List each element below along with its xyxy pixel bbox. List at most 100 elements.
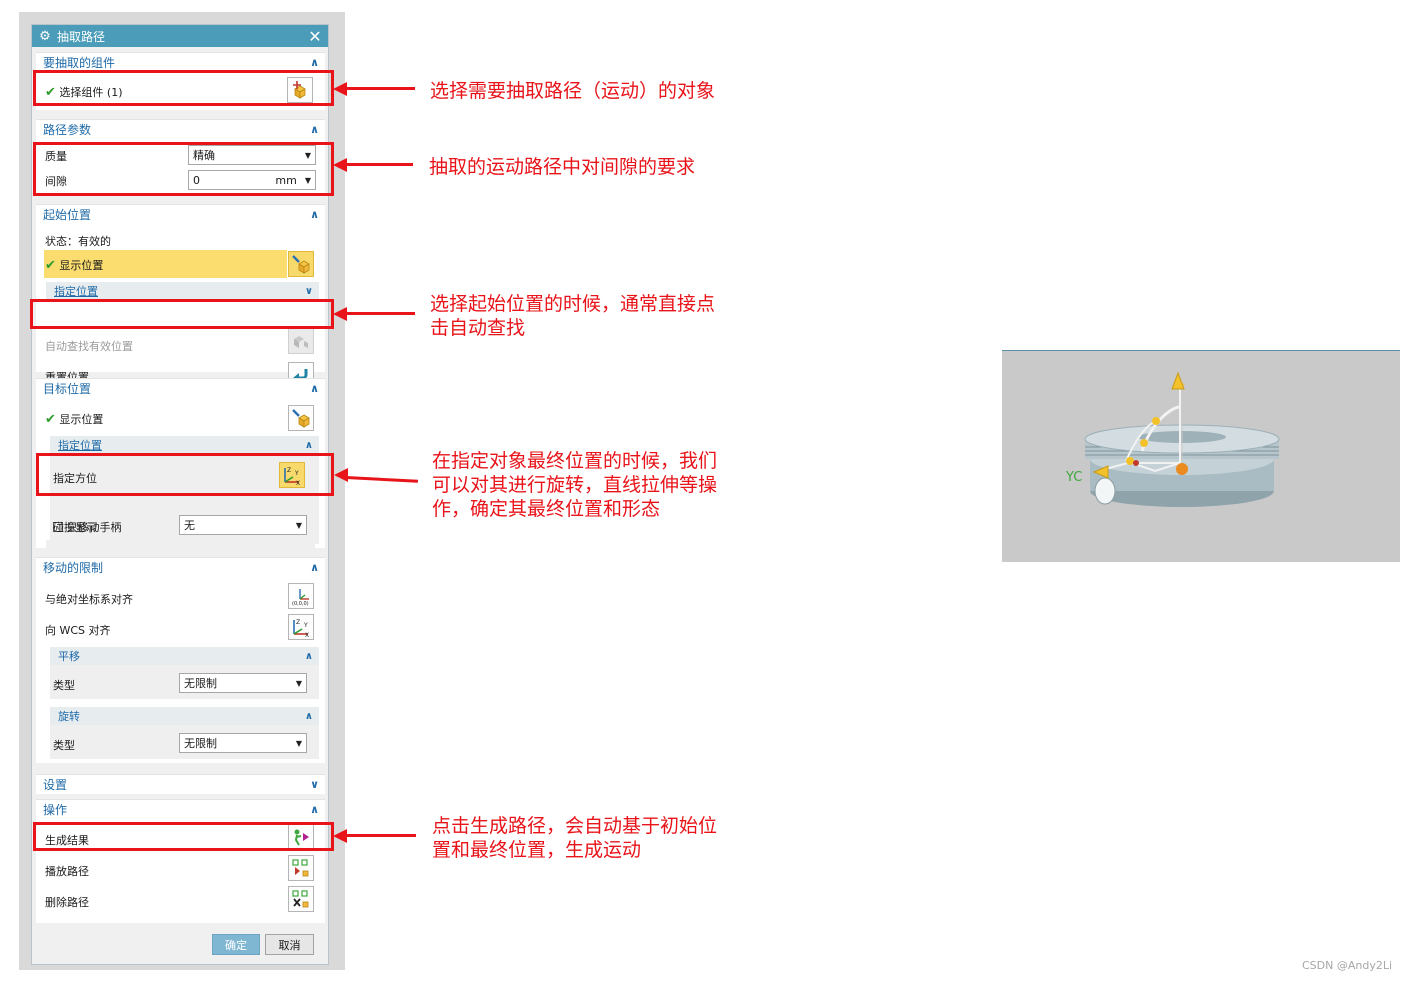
chevron-up-icon: ∧ — [310, 123, 319, 136]
highlight-auto-find — [30, 299, 334, 329]
rotate-type-dropdown[interactable]: 无限制 ▼ — [179, 733, 307, 753]
translate-type-dropdown[interactable]: 无限制 ▼ — [179, 673, 307, 693]
abs-csys-icon: (0,0,0) — [292, 589, 309, 606]
delete-path-icon — [292, 890, 309, 908]
svg-text:(0,0,0): (0,0,0) — [292, 601, 309, 606]
group-start-position-header[interactable]: 起始位置 ∧ — [36, 204, 325, 224]
chevron-up-icon: ∧ — [310, 382, 319, 395]
chevron-up-icon: ∧ — [304, 650, 313, 662]
arrow-head-icon — [334, 468, 348, 482]
chevron-up-icon: ∧ — [310, 56, 319, 69]
delete-path-button[interactable] — [288, 886, 314, 912]
auto-find-button[interactable] — [288, 328, 314, 354]
gear-icon: ⚙ — [39, 28, 51, 44]
target-specify-position-header[interactable]: 指定位置 ∧ — [50, 436, 319, 454]
target-show-position-row[interactable]: ✔ 显示位置 — [45, 411, 103, 427]
collision-dropdown[interactable]: 无 ▼ — [179, 515, 307, 535]
group-settings-header[interactable]: 设置 ∨ — [36, 774, 325, 794]
group-operations-header[interactable]: 操作 ∧ — [36, 799, 325, 819]
sub-group-label: 旋转 — [58, 710, 80, 723]
part-model-image: YC — [1065, 371, 1280, 507]
rotate-type-label: 类型 — [53, 739, 75, 752]
align-wcs-label: 向 WCS 对齐 — [45, 624, 111, 637]
show-position-icon — [292, 409, 310, 428]
chevron-up-icon: ∧ — [310, 803, 319, 816]
cancel-button[interactable]: 取消 — [265, 934, 314, 955]
dropdown-arrow-icon: ▼ — [295, 520, 302, 530]
rotate-header[interactable]: 旋转 ∧ — [50, 707, 319, 725]
group-target-position-header[interactable]: 目标位置 ∧ — [36, 378, 325, 398]
translate-type-label: 类型 — [53, 679, 75, 692]
sub-group-label: 指定位置 — [54, 285, 98, 298]
svg-text:X: X — [305, 632, 309, 638]
auto-find-icon — [294, 336, 308, 348]
highlight-select-component — [33, 70, 334, 106]
start-specify-position-header[interactable]: 指定位置 ∨ — [46, 282, 319, 300]
rotate-type-value: 无限制 — [184, 737, 217, 750]
dialog-titlebar[interactable]: ⚙ 抽取路径 ✕ — [32, 25, 328, 47]
group-components-header[interactable]: 要抽取的组件 ∧ — [36, 52, 325, 72]
dropdown-arrow-icon: ▼ — [295, 678, 302, 688]
start-status: 状态：有效的 — [45, 235, 111, 248]
chevron-up-icon: ∧ — [310, 208, 319, 221]
chevron-down-icon: ∨ — [310, 778, 319, 791]
svg-text:Y: Y — [303, 622, 308, 629]
collision-label: 碰撞显示 — [53, 521, 97, 534]
translate-type-value: 无限制 — [184, 677, 217, 690]
group-label: 路径参数 — [43, 123, 92, 137]
chevron-up-icon: ∧ — [304, 710, 313, 722]
annotation-auto-find: 选择起始位置的时候，通常直接点 击自动查找 — [430, 293, 716, 339]
annotation-arrow — [345, 476, 418, 483]
group-motion-limits-body: 与绝对坐标系对齐 (0,0,0) 向 WCS 对齐 ZYX 平移 ∧ 类型 无限… — [36, 577, 325, 763]
group-label: 目标位置 — [43, 382, 92, 396]
translate-header[interactable]: 平移 ∧ — [50, 647, 319, 665]
dialog-title: 抽取路径 — [57, 29, 106, 44]
sub-group-label: 平移 — [58, 650, 80, 663]
check-icon: ✔ — [45, 258, 56, 273]
align-abs-button[interactable]: (0,0,0) — [288, 583, 314, 609]
play-path-button[interactable] — [288, 855, 314, 881]
svg-text:Z: Z — [296, 619, 300, 626]
arrow-head-icon — [333, 82, 347, 96]
wcs-csys-icon: Z YX — [293, 619, 309, 638]
annotation-arrow — [345, 163, 413, 166]
align-abs-label: 与绝对坐标系对齐 — [45, 593, 133, 606]
auto-find-label: 自动查找有效位置 — [45, 340, 133, 353]
annotation-arrow — [345, 834, 416, 837]
group-path-params-header[interactable]: 路径参数 ∧ — [36, 119, 325, 139]
align-wcs-button[interactable]: ZYX — [288, 614, 314, 640]
annotation-orientation: 在指定对象最终位置的时候，我们 可以对其进行旋转，直线拉伸等操 作，确定其最终位… — [432, 450, 718, 520]
show-position-row[interactable]: ✔ 显示位置 — [45, 257, 103, 273]
chevron-up-icon: ∧ — [310, 561, 319, 574]
watermark: CSDN @Andy2Li — [1302, 959, 1393, 972]
annotation-arrow — [345, 87, 415, 90]
show-position-button[interactable] — [288, 251, 314, 277]
chevron-down-icon: ∨ — [304, 285, 313, 297]
yc-axis-label: YC — [1065, 470, 1082, 485]
chevron-up-icon: ∧ — [304, 439, 313, 451]
play-path-label: 播放路径 — [45, 865, 89, 878]
group-motion-limits-header[interactable]: 移动的限制 ∧ — [36, 557, 325, 577]
play-path-icon — [292, 859, 309, 877]
dropdown-arrow-icon: ▼ — [295, 738, 302, 748]
group-label: 起始位置 — [43, 208, 92, 222]
group-label: 设置 — [43, 778, 68, 792]
delete-path-label: 删除路径 — [45, 896, 89, 909]
annotation-select-object: 选择需要抽取路径（运动）的对象 — [430, 80, 716, 102]
group-label: 要抽取的组件 — [43, 56, 116, 70]
arrow-head-icon — [333, 307, 347, 321]
arrow-head-icon — [333, 829, 347, 843]
show-position-label: 显示位置 — [59, 259, 104, 272]
target-show-position-button[interactable] — [288, 405, 314, 431]
group-label: 移动的限制 — [43, 561, 104, 575]
graphics-viewport[interactable]: YC — [1002, 350, 1400, 562]
highlight-path-params — [33, 142, 334, 196]
sub-group-label: 指定位置 — [58, 439, 102, 452]
arrow-head-icon — [333, 158, 347, 172]
group-label: 操作 — [43, 803, 68, 817]
ok-button[interactable]: 确定 — [212, 934, 260, 955]
highlight-orientation — [36, 453, 334, 496]
close-icon[interactable]: ✕ — [305, 27, 325, 46]
target-show-position-label: 显示位置 — [59, 413, 104, 426]
check-icon: ✔ — [45, 412, 56, 427]
